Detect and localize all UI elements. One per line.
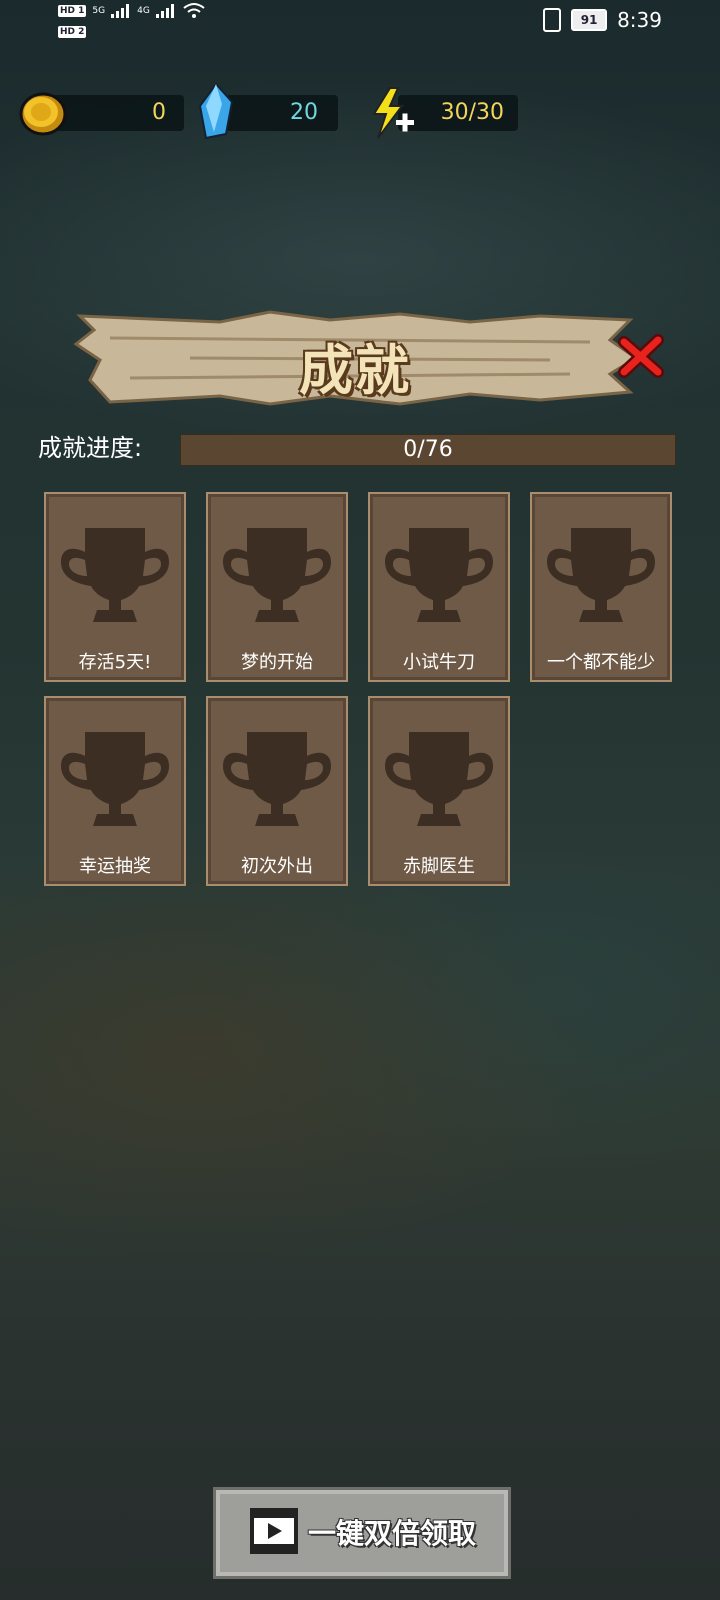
- gem-counter: 20: [196, 82, 341, 140]
- trophy-icon: [219, 722, 335, 838]
- trophy-icon: [381, 722, 497, 838]
- clock: 8:39: [617, 8, 662, 32]
- battery-icon: 91: [571, 9, 608, 31]
- achievement-card[interactable]: 初次外出: [206, 696, 348, 886]
- wifi-icon: [183, 3, 205, 18]
- signal-icon: [111, 4, 130, 18]
- title-banner: 成就: [70, 308, 640, 408]
- network-indicators: HD 1 5G 4G HD 2: [58, 2, 206, 38]
- claim-button-label: 一键双倍领取: [308, 1517, 477, 1550]
- achievement-card[interactable]: 一个都不能少: [530, 492, 672, 682]
- achievement-label: 梦的开始: [241, 652, 313, 673]
- achievement-label: 小试牛刀: [403, 652, 475, 673]
- close-icon[interactable]: [618, 334, 664, 380]
- achievement-card[interactable]: 赤脚医生: [368, 696, 510, 886]
- achievement-label: 赤脚医生: [403, 856, 475, 877]
- energy-plus-icon[interactable]: [368, 86, 418, 140]
- trophy-icon: [57, 722, 173, 838]
- vibrate-icon: [543, 8, 562, 32]
- progress-label: 成就进度:: [38, 434, 143, 462]
- trophy-icon: [219, 518, 335, 634]
- net1-label: 5G: [92, 6, 106, 16]
- achievement-label: 一个都不能少: [547, 652, 655, 673]
- gem-icon: [198, 82, 234, 140]
- video-play-icon: [250, 1508, 298, 1554]
- gold-coin-icon: [19, 92, 67, 136]
- energy-value: 30/30: [440, 100, 504, 125]
- gem-value: 20: [290, 100, 318, 125]
- progress-text: 0/76: [403, 437, 453, 462]
- hd2-badge: HD 2: [58, 26, 87, 38]
- achievement-card[interactable]: 小试牛刀: [368, 492, 510, 682]
- achievement-label: 幸运抽奖: [79, 856, 151, 877]
- gold-counter: 0: [18, 88, 184, 138]
- net2-label: 4G: [137, 6, 150, 16]
- trophy-icon: [381, 518, 497, 634]
- status-bar: HD 1 5G 4G HD 2 91 8:39: [0, 0, 720, 42]
- achievement-card[interactable]: 存活5天!: [44, 492, 186, 682]
- energy-counter[interactable]: 30/30: [368, 86, 518, 140]
- trophy-icon: [57, 518, 173, 634]
- page-title: 成就: [299, 339, 411, 402]
- double-claim-button[interactable]: 一键双倍领取: [213, 1487, 511, 1579]
- trophy-icon: [543, 518, 659, 634]
- achievement-card[interactable]: 幸运抽奖: [44, 696, 186, 886]
- achievement-label: 初次外出: [241, 856, 313, 877]
- gold-value: 0: [152, 100, 166, 125]
- achievement-label: 存活5天!: [78, 652, 152, 673]
- achievement-card[interactable]: 梦的开始: [206, 492, 348, 682]
- signal-icon: [155, 4, 174, 18]
- progress-bar: 0/76: [180, 434, 676, 466]
- hd1-badge: HD 1: [58, 5, 87, 17]
